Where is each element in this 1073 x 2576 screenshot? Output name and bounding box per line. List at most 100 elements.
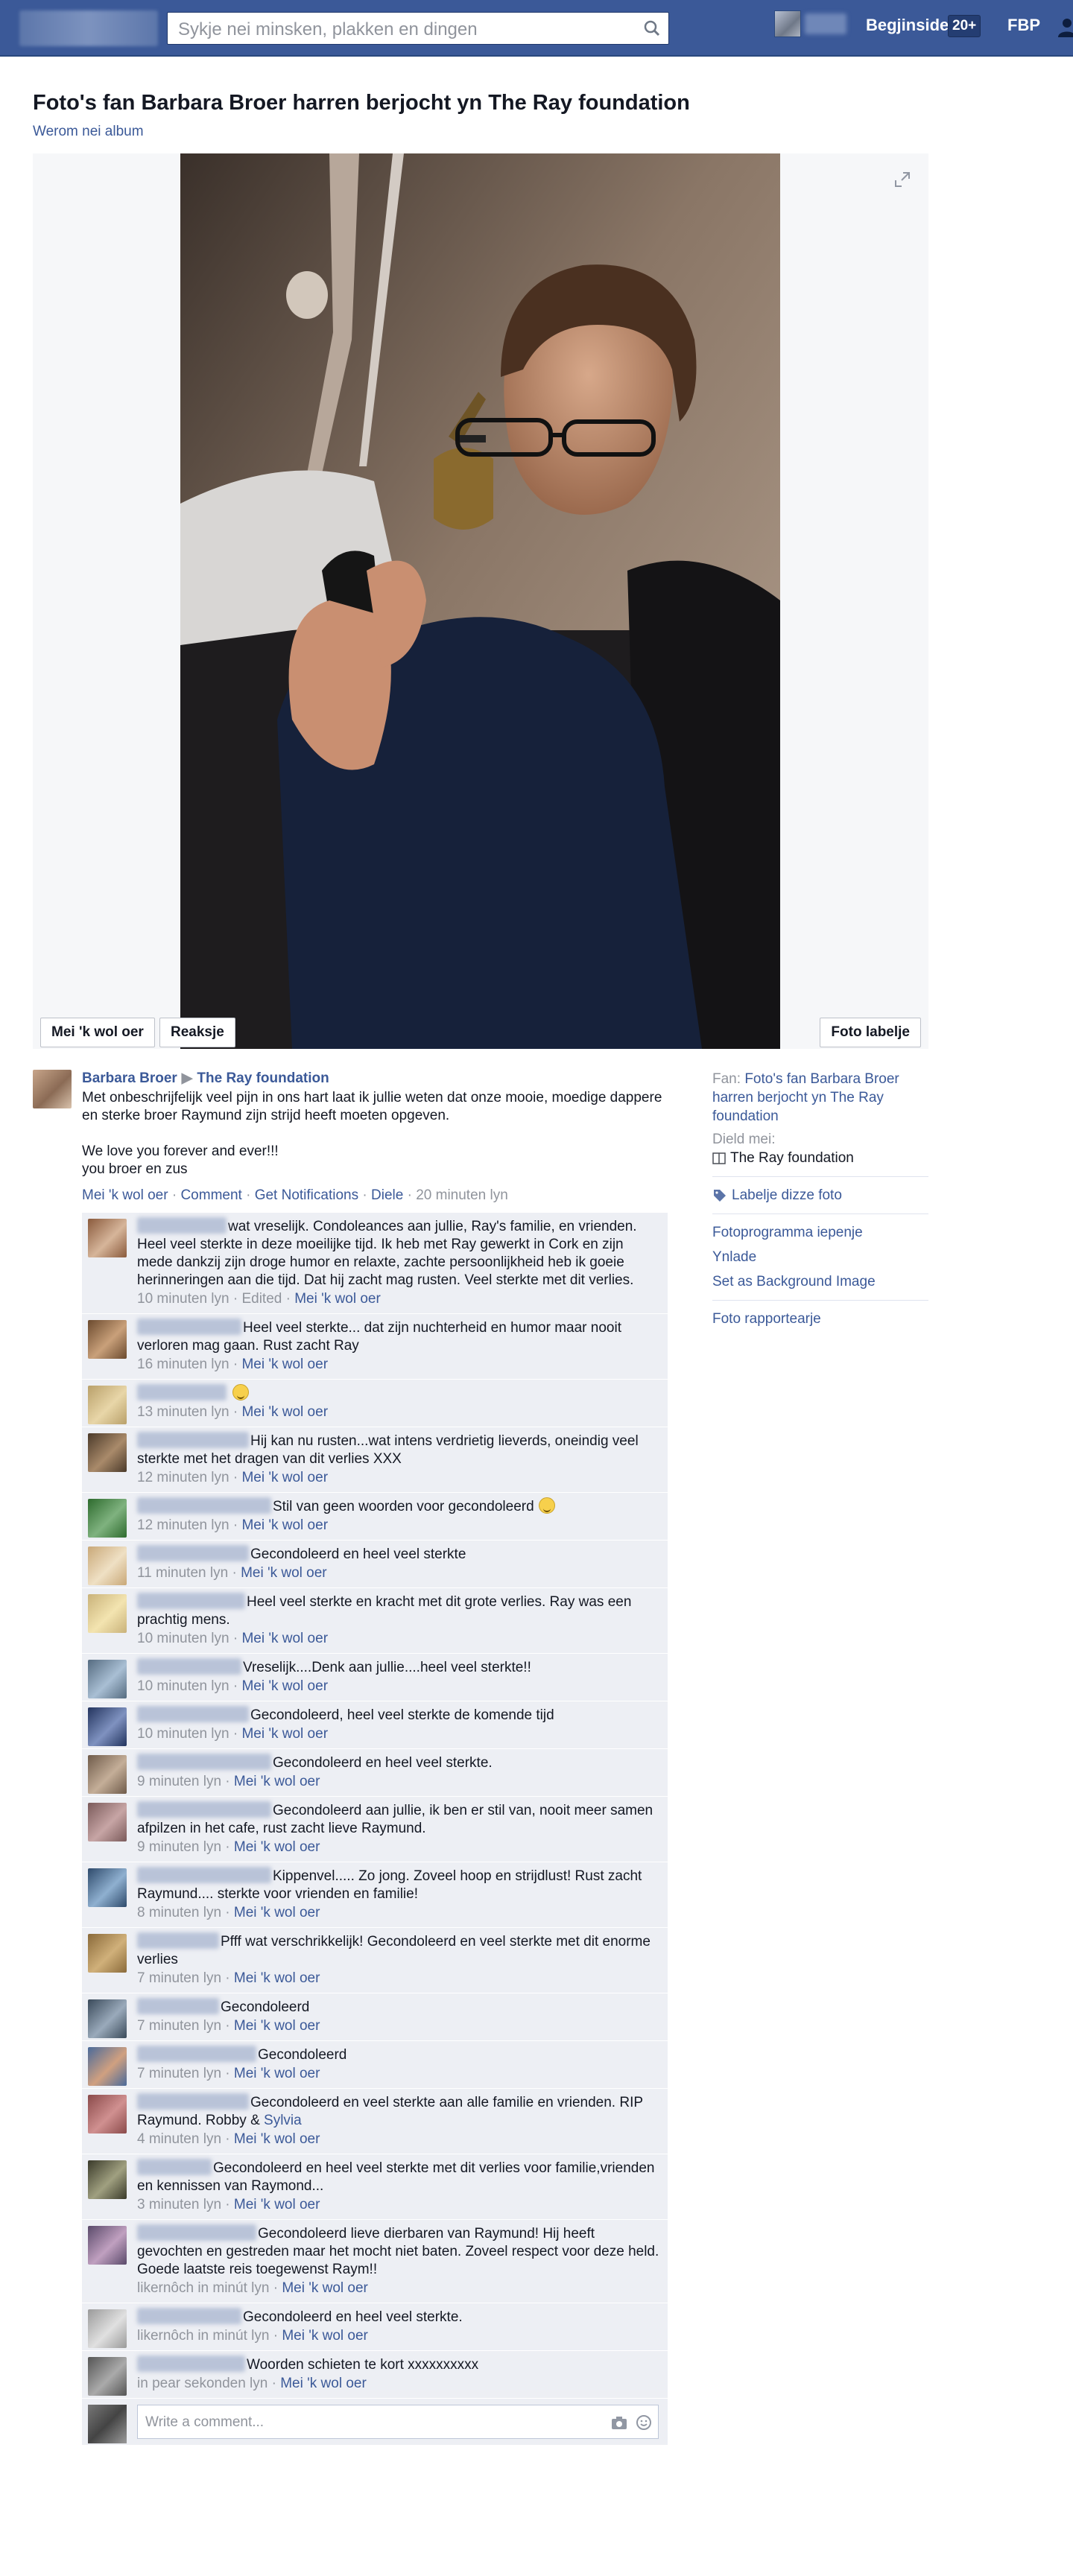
comment-like-link[interactable]: Mei 'k wol oer: [234, 1905, 320, 1920]
tag-photo-button[interactable]: Foto labelje: [820, 1018, 921, 1047]
commenter-avatar[interactable]: [88, 2309, 127, 2348]
comment-like-link[interactable]: Mei 'k wol oer: [241, 1470, 328, 1485]
comment-timestamp[interactable]: 11 minuten lyn: [137, 1565, 228, 1581]
commenter-avatar[interactable]: [88, 2047, 127, 2086]
get-notifications-link[interactable]: Get Notifications: [255, 1187, 358, 1203]
search-icon[interactable]: [639, 15, 665, 42]
commenter-avatar[interactable]: [88, 1707, 127, 1746]
commenter-name[interactable]: [137, 1593, 245, 1609]
emoji-icon[interactable]: [636, 2414, 652, 2431]
commenter-name[interactable]: [137, 2355, 245, 2372]
comment-timestamp[interactable]: 16 minuten lyn: [137, 1357, 230, 1372]
comment-timestamp[interactable]: 13 minuten lyn: [137, 1404, 230, 1420]
comment-like-link[interactable]: Mei 'k wol oer: [234, 2066, 320, 2081]
search-input[interactable]: Sykje nei minsken, plakken en dingen: [167, 12, 669, 45]
commenter-avatar[interactable]: [88, 2095, 127, 2134]
post-like-link[interactable]: Mei 'k wol oer: [82, 1187, 168, 1203]
commenter-name[interactable]: [137, 1545, 249, 1561]
commenter-name[interactable]: [137, 2046, 256, 2062]
commenter-name[interactable]: [137, 1384, 227, 1400]
comment-timestamp[interactable]: 12 minuten lyn: [137, 1470, 230, 1485]
back-to-album-link[interactable]: Werom nei album: [33, 124, 144, 140]
friend-requests-icon[interactable]: [1057, 16, 1073, 37]
comment-like-link[interactable]: Mei 'k wol oer: [241, 1517, 328, 1533]
comment-like-link[interactable]: Mei 'k wol oer: [234, 1970, 320, 1986]
comment-like-link[interactable]: Mei 'k wol oer: [234, 1839, 320, 1855]
commenter-name[interactable]: [137, 1998, 219, 2014]
comment-timestamp[interactable]: 10 minuten lyn: [137, 1678, 230, 1694]
comment-timestamp[interactable]: 3 minuten lyn: [137, 2197, 221, 2212]
comment-like-link[interactable]: Mei 'k wol oer: [241, 1357, 328, 1372]
commenter-avatar[interactable]: [88, 1934, 127, 1973]
comment-timestamp[interactable]: 12 minuten lyn: [137, 1517, 230, 1533]
comment-timestamp[interactable]: likernôch in minút lyn: [137, 2328, 269, 2344]
commenter-avatar[interactable]: [88, 1546, 127, 1585]
commenter-name[interactable]: [137, 1706, 249, 1722]
comment-like-link[interactable]: Mei 'k wol oer: [282, 2280, 368, 2296]
commenter-name[interactable]: [137, 1319, 241, 1335]
profile-avatar[interactable]: [774, 10, 801, 37]
comment-like-link[interactable]: Mei 'k wol oer: [241, 1631, 328, 1646]
post-author-link[interactable]: Barbara Broer: [82, 1070, 177, 1086]
commenter-name[interactable]: [137, 1658, 241, 1675]
comment-timestamp[interactable]: 7 minuten lyn: [137, 2066, 221, 2081]
expand-icon[interactable]: [893, 170, 912, 189]
commenter-name[interactable]: [137, 1217, 227, 1234]
commenter-name[interactable]: [137, 1432, 249, 1448]
comment-like-link[interactable]: Mei 'k wol oer: [294, 1291, 381, 1307]
camera-icon[interactable]: [610, 2414, 628, 2431]
tag-this-photo-link[interactable]: Labelje dizze foto: [732, 1186, 842, 1205]
home-link[interactable]: Begjinside: [866, 16, 949, 35]
from-album-link[interactable]: Foto's fan Barbara Broer harren berjocht…: [712, 1071, 899, 1124]
commenter-name[interactable]: [137, 1801, 271, 1818]
commenter-name[interactable]: [137, 1932, 219, 1949]
commenter-avatar[interactable]: [88, 1386, 127, 1424]
download-link[interactable]: Ynlade: [712, 1249, 756, 1265]
open-photo-viewer-link[interactable]: Fotoprogramma iepenje: [712, 1225, 863, 1240]
poster-avatar[interactable]: [33, 1070, 72, 1108]
commenter-name[interactable]: [137, 2093, 249, 2110]
share-link[interactable]: Diele: [371, 1187, 403, 1203]
set-background-link[interactable]: Set as Background Image: [712, 1274, 876, 1289]
commenter-avatar[interactable]: [88, 1433, 127, 1472]
commenter-avatar[interactable]: [88, 1755, 127, 1794]
comment-timestamp[interactable]: 8 minuten lyn: [137, 1905, 221, 1920]
commenter-name[interactable]: [137, 1754, 271, 1770]
commenter-name[interactable]: [137, 1867, 271, 1883]
comment-timestamp[interactable]: 10 minuten lyn: [137, 1631, 230, 1646]
commenter-avatar[interactable]: [88, 1660, 127, 1698]
comment-like-link[interactable]: Mei 'k wol oer: [241, 1565, 327, 1581]
commenter-avatar[interactable]: [88, 1219, 127, 1257]
profile-name[interactable]: [805, 13, 846, 34]
comment-timestamp[interactable]: 7 minuten lyn: [137, 1970, 221, 1986]
comment-like-link[interactable]: Mei 'k wol oer: [280, 2376, 367, 2391]
commenter-avatar[interactable]: [88, 2160, 127, 2199]
comment-like-link[interactable]: Mei 'k wol oer: [282, 2328, 368, 2344]
comment-timestamp[interactable]: 10 minuten lyn: [137, 1291, 230, 1307]
post-comment-link[interactable]: Comment: [180, 1187, 241, 1203]
comment-like-link[interactable]: Mei 'k wol oer: [234, 2131, 320, 2147]
comment-like-link[interactable]: Mei 'k wol oer: [241, 1404, 328, 1420]
tagged-person-link[interactable]: Sylvia: [264, 2113, 302, 2128]
commenter-avatar[interactable]: [88, 2357, 127, 2396]
commenter-name[interactable]: [137, 1497, 271, 1514]
commenter-avatar[interactable]: [88, 1594, 127, 1633]
comment-timestamp[interactable]: likernôch in minút lyn: [137, 2280, 269, 2296]
commenter-name[interactable]: [137, 2224, 256, 2241]
commenter-name[interactable]: [137, 2308, 241, 2324]
comment-timestamp[interactable]: 4 minuten lyn: [137, 2131, 221, 2147]
comment-like-link[interactable]: Mei 'k wol oer: [234, 2018, 320, 2034]
commenter-name[interactable]: [137, 2159, 212, 2175]
comment-like-link[interactable]: Mei 'k wol oer: [241, 1726, 328, 1742]
comment-timestamp[interactable]: 7 minuten lyn: [137, 2018, 221, 2034]
comment-timestamp[interactable]: 9 minuten lyn: [137, 1774, 221, 1789]
commenter-avatar[interactable]: [88, 1320, 127, 1359]
facebook-logo[interactable]: [19, 10, 158, 46]
comment-like-link[interactable]: Mei 'k wol oer: [234, 1774, 320, 1789]
profile-shortcut-link[interactable]: FBP: [1007, 16, 1040, 35]
commenter-avatar[interactable]: [88, 1499, 127, 1538]
comment-timestamp[interactable]: 9 minuten lyn: [137, 1839, 221, 1855]
like-photo-button[interactable]: Mei 'k wol oer: [40, 1018, 155, 1047]
react-button[interactable]: Reaksje: [159, 1018, 235, 1047]
comment-like-link[interactable]: Mei 'k wol oer: [234, 2197, 320, 2212]
